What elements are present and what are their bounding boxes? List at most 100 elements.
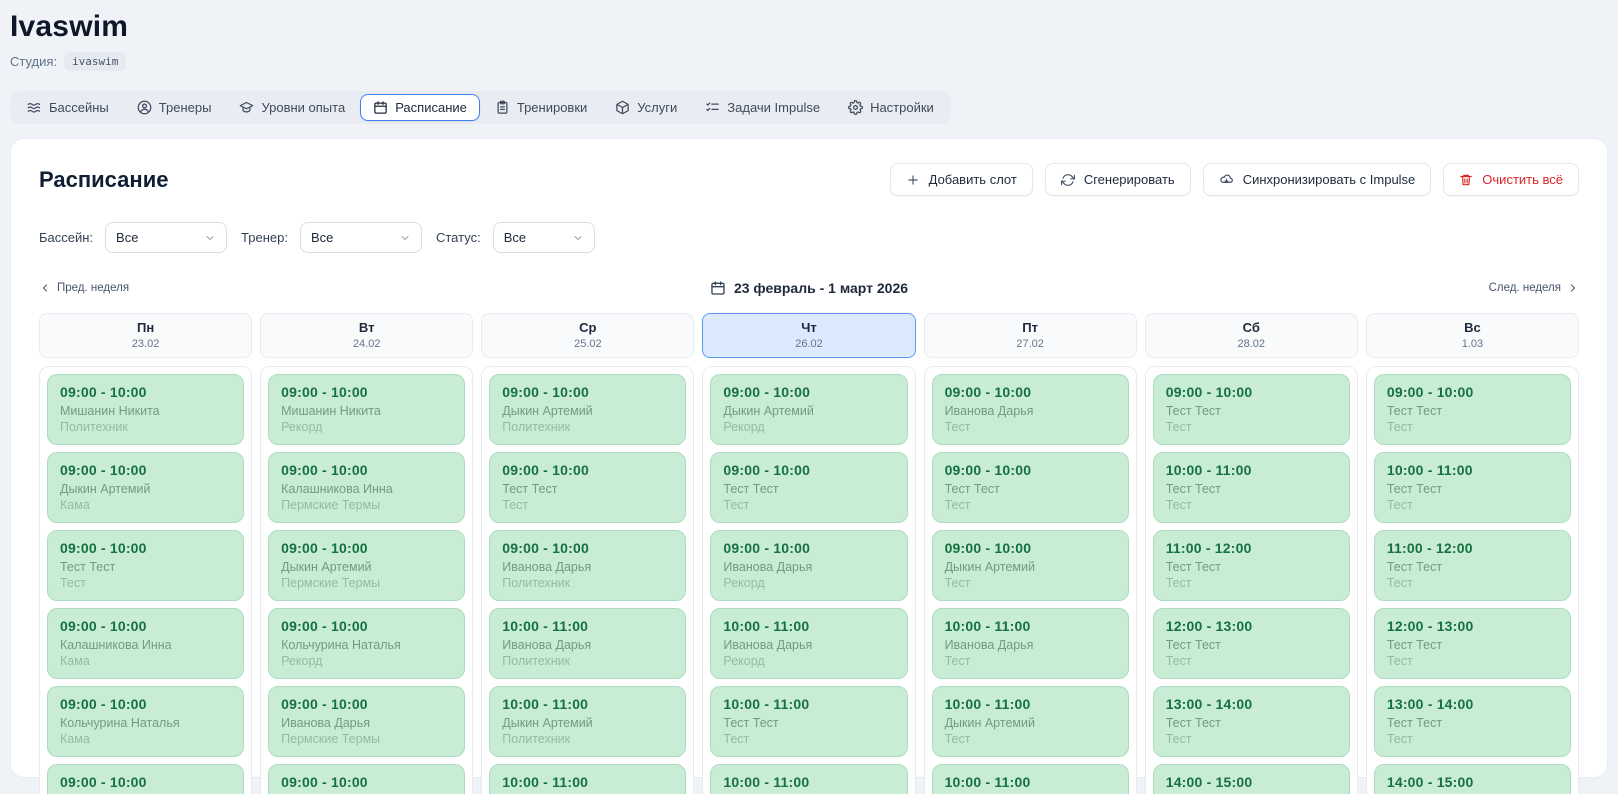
slot-trainer: Дыкин Артемий [502,716,593,730]
schedule-slot-card[interactable]: 11:00 - 12:00 Тест Тест Тест [1152,530,1350,601]
tab-trainings[interactable]: Тренировки [482,94,600,121]
slot-trainer: Тест Тест [723,716,779,730]
generate-button[interactable]: Сгенерировать [1044,163,1191,196]
schedule-slot-card[interactable]: 09:00 - 10:00 Иванова Дарья Тест [931,374,1129,445]
slot-pool: Кама [60,732,90,746]
slot-pool: Политехник [502,732,571,746]
slot-trainer: Дыкин Артемий [281,560,372,574]
day-column: 09:00 - 10:00 Тест Тест Тест 10:00 - 11:… [1365,366,1579,794]
prev-week-button[interactable]: Пред. неделя [39,282,129,294]
schedule-slot-card[interactable]: 10:00 - 11:00 Тест Тест [489,764,687,794]
generate-label: Сгенерировать [1083,172,1175,187]
tab-trainers[interactable]: Тренеры [124,94,225,121]
slot-pool: Рекорд [281,420,323,434]
schedule-slot-card[interactable]: 10:00 - 11:00 Тест Тест Тест [1373,452,1571,523]
schedule-slot-card[interactable]: 09:00 - 10:00 Дыкин Артемий Кама [47,452,245,523]
slot-time: 09:00 - 10:00 [502,540,589,556]
schedule-slot-card[interactable]: 09:00 - 10:00 Кольчурина Наталья Кама [47,686,245,757]
tab-settings[interactable]: Настройки [835,94,947,121]
slot-time: 09:00 - 10:00 [502,462,589,478]
schedule-slot-card[interactable]: 09:00 - 10:00 Тест Тест [268,764,466,794]
schedule-slot-card[interactable]: 09:00 - 10:00 Тест Тест Тест [710,452,908,523]
schedule-slot-card[interactable]: 10:00 - 11:00 Дыкин Артемий [710,764,908,794]
schedule-slot-card[interactable]: 13:00 - 14:00 Тест Тест Тест [1373,686,1571,757]
schedule-slot-card[interactable]: 09:00 - 10:00 Иванова Дарья Рекорд [710,530,908,601]
schedule-slot-card[interactable]: 10:00 - 11:00 Дыкин Артемий Политехник [489,686,687,757]
schedule-slot-card[interactable]: 12:00 - 13:00 Тест Тест Тест [1152,608,1350,679]
slot-pool: Тест [944,654,971,668]
schedule-slot-card[interactable]: 10:00 - 11:00 Иванова Дарья Рекорд [710,608,908,679]
schedule-slot-card[interactable]: 09:00 - 10:00 Тест Тест Тест [1373,374,1571,445]
schedule-slot-card[interactable]: 10:00 - 11:00 Тест Тест Тест [1152,452,1350,523]
slot-pool: Пермские Термы [281,576,381,590]
trainer-filter-select[interactable]: Все [299,222,422,253]
slot-time: 09:00 - 10:00 [723,384,811,400]
slot-pool: Тест [944,420,971,434]
slot-trainer: Тест Тест [1165,404,1221,418]
schedule-slot-card[interactable]: 10:00 - 11:00 Дыкин Артемий Тест [931,686,1129,757]
pool-filter-select[interactable]: Все [105,222,228,253]
schedule-slot-card[interactable]: 12:00 - 13:00 Тест Тест Тест [1373,608,1571,679]
schedule-slot-card[interactable]: 10:00 - 11:00 Иванова Дарья Политехник [489,608,687,679]
schedule-slot-card[interactable]: 09:00 - 10:00 Иванова Дарья [47,764,245,794]
chevron-down-icon [204,232,216,244]
slot-time: 10:00 - 11:00 [723,774,810,790]
slot-pool: Тест [1165,654,1192,668]
schedule-slot-card[interactable]: 09:00 - 10:00 Калашникова Инна Кама [47,608,245,679]
tab-schedule[interactable]: Расписание [360,94,480,121]
list-check-icon [705,100,720,115]
schedule-slot-card[interactable]: 09:00 - 10:00 Иванова Дарья Политехник [489,530,687,601]
schedule-slot-card[interactable]: 14:00 - 15:00 Тест Тест [1373,764,1571,794]
slot-trainer: Тест Тест [1386,560,1443,574]
day-name: Чт [801,320,817,335]
slot-time: 09:00 - 10:00 [281,384,368,400]
tab-experience-levels[interactable]: Уровни опыта [226,94,358,121]
slot-trainer: Калашникова Инна [60,638,172,652]
schedule-slot-card[interactable]: 10:00 - 11:00 Тест Тест Тест [710,686,908,757]
schedule-slot-card[interactable]: 13:00 - 14:00 Тест Тест Тест [1152,686,1350,757]
schedule-slot-card[interactable]: 11:00 - 12:00 Тест Тест Тест [1373,530,1571,601]
schedule-slot-card[interactable]: 09:00 - 10:00 Тест Тест Тест [47,530,245,601]
slot-pool: Рекорд [723,576,765,590]
status-filter: Статус: Все [436,222,595,253]
day-column: 09:00 - 10:00 Тест Тест Тест 10:00 - 11:… [1144,366,1358,794]
schedule-slot-card[interactable]: 09:00 - 10:00 Тест Тест Тест [1152,374,1350,445]
schedule-slot-card[interactable]: 09:00 - 10:00 Кольчурина Наталья Рекорд [268,608,466,679]
slot-time: 10:00 - 11:00 [944,696,1031,712]
schedule-slot-card[interactable]: 09:00 - 10:00 Иванова Дарья Пермские Тер… [268,686,466,757]
schedule-slot-card[interactable]: 09:00 - 10:00 Дыкин Артемий Рекорд [710,374,908,445]
waves-icon [27,100,42,115]
chevron-right-icon [1567,282,1579,294]
day-date: 1.03 [1461,338,1484,350]
schedule-slot-card[interactable]: 10:00 - 11:00 Иванова Дарья Тест [931,608,1129,679]
schedule-slot-card[interactable]: 09:00 - 10:00 Дыкин Артемий Политехник [489,374,687,445]
slot-trainer: Калашникова Инна [281,482,393,496]
schedule-slot-card[interactable]: 10:00 - 11:00 Тест Тест [931,764,1129,794]
day-header: Ср 25.02 [481,313,695,358]
schedule-slot-card[interactable]: 09:00 - 10:00 Калашникова Инна Пермские … [268,452,466,523]
status-filter-select[interactable]: Все [492,222,595,253]
slot-pool: Рекорд [723,420,765,434]
tab-pools[interactable]: Бассейны [14,94,122,121]
tab-bar: Бассейны Тренеры Уровни опыта Расписание… [10,91,951,124]
tab-impulse-tasks[interactable]: Задачи Impulse [692,94,833,121]
action-buttons: Добавить слот Сгенерировать Синхронизиро… [889,163,1579,196]
slot-trainer: Дыкин Артемий [502,404,593,418]
slot-trainer: Иванова Дарья [944,638,1034,652]
schedule-slot-card[interactable]: 09:00 - 10:00 Тест Тест Тест [931,452,1129,523]
schedule-slot-card[interactable]: 09:00 - 10:00 Мишанин Никита Политехник [47,374,245,445]
trash-icon [1459,173,1473,187]
sync-impulse-button[interactable]: Синхронизировать с Impulse [1202,163,1432,196]
schedule-slot-card[interactable]: 09:00 - 10:00 Мишанин Никита Рекорд [268,374,466,445]
tab-services[interactable]: Услуги [602,94,690,121]
schedule-slot-card[interactable]: 09:00 - 10:00 Дыкин Артемий Тест [931,530,1129,601]
day-header: Вс 1.03 [1365,313,1579,358]
schedule-slot-card[interactable]: 09:00 - 10:00 Тест Тест Тест [489,452,687,523]
clear-all-button[interactable]: Очистить всё [1443,163,1579,196]
add-slot-button[interactable]: Добавить слот [889,163,1033,196]
day-header-row: Пн 23.02 Вт 24.02 Ср 25.02 Чт 26.02 Пт 2… [39,313,1579,358]
panel-header: Расписание Добавить слот Сгенерировать С… [39,163,1579,196]
schedule-slot-card[interactable]: 14:00 - 15:00 Тест Тест [1152,764,1350,794]
schedule-slot-card[interactable]: 09:00 - 10:00 Дыкин Артемий Пермские Тер… [268,530,466,601]
next-week-button[interactable]: След. неделя [1489,282,1579,294]
